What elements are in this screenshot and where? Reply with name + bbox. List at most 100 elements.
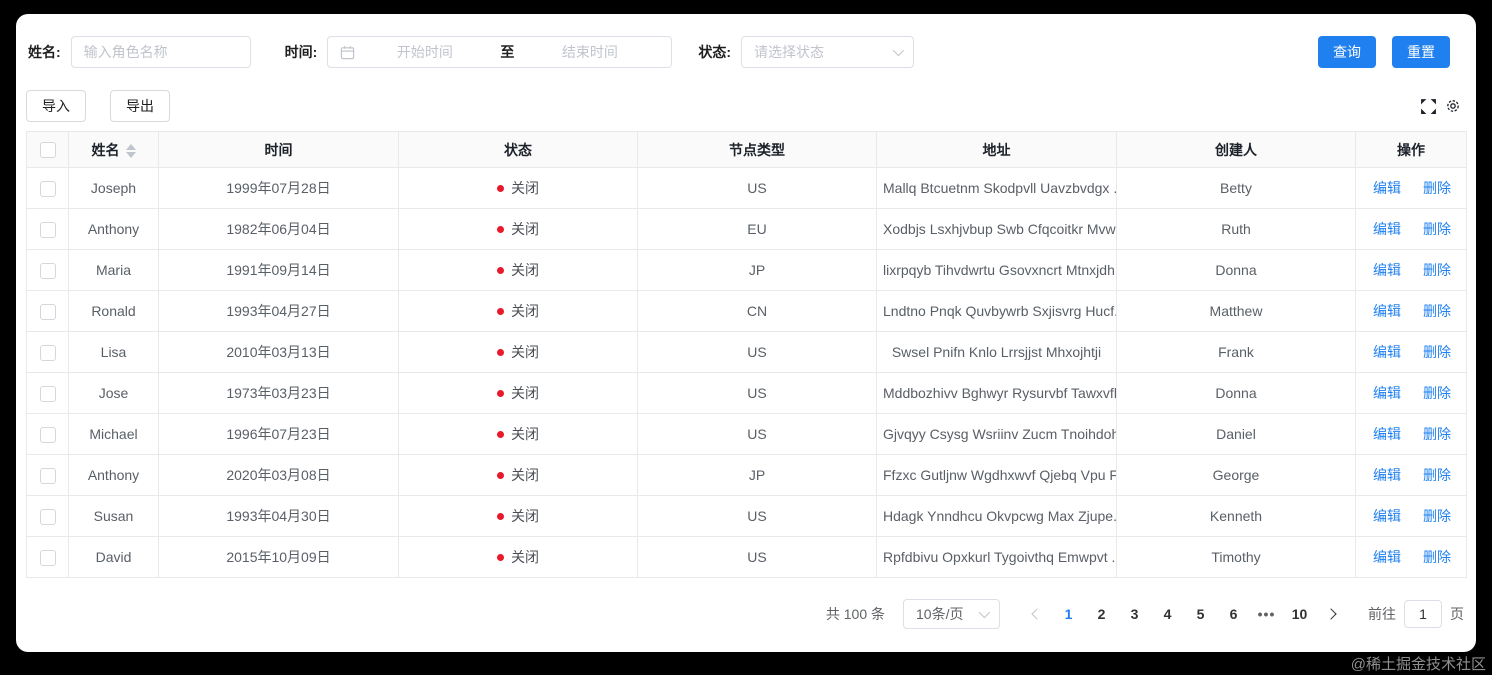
edit-link[interactable]: 编辑 — [1373, 549, 1401, 565]
delete-link[interactable]: 删除 — [1423, 180, 1451, 196]
time-filter-label: 时间: — [284, 44, 318, 60]
delete-link[interactable]: 删除 — [1423, 221, 1451, 237]
edit-link[interactable]: 编辑 — [1373, 262, 1401, 278]
status-text: 关闭 — [511, 344, 539, 360]
sort-icon[interactable] — [125, 143, 136, 158]
row-checkbox[interactable] — [39, 262, 56, 279]
cell-node-type: JP — [637, 454, 877, 496]
cell-name: David — [68, 536, 159, 578]
export-button[interactable]: 导出 — [110, 90, 170, 122]
cell-creator: Betty — [1116, 167, 1356, 209]
delete-link[interactable]: 删除 — [1423, 303, 1451, 319]
delete-link[interactable]: 删除 — [1423, 426, 1451, 442]
goto-label: 前往 — [1368, 606, 1396, 622]
search-button[interactable]: 查询 — [1318, 36, 1376, 68]
status-dot-icon — [497, 266, 504, 274]
column-header-address: 地址 — [876, 131, 1117, 168]
cell-status: 关闭 — [398, 249, 638, 291]
delete-link[interactable]: 删除 — [1423, 508, 1451, 524]
select-all-checkbox[interactable] — [39, 142, 56, 159]
goto-page-input[interactable] — [1404, 600, 1442, 628]
status-dot-icon — [497, 553, 504, 561]
chevron-down-icon — [978, 606, 991, 619]
pagination-page-6[interactable]: 6 — [1217, 599, 1250, 629]
delete-link[interactable]: 删除 — [1423, 549, 1451, 565]
date-range-picker[interactable]: 开始时间 至 结束时间 — [327, 36, 673, 68]
pagination-page-4[interactable]: 4 — [1151, 599, 1184, 629]
cell-address: Mallq Btcuetnm Skodpvll Uavzbvdgx ... — [876, 167, 1117, 209]
row-checkbox[interactable] — [39, 508, 56, 525]
cell-name: Maria — [68, 249, 159, 291]
data-table: 姓名 时间 状态 节点类型 地址 创建人 操作 Joseph 1999年07月2… — [26, 131, 1467, 578]
table-row: Anthony 2020年03月08日 关闭 JP Ffzxc Gutljnw … — [26, 454, 1467, 496]
prev-page-button[interactable] — [1022, 599, 1052, 629]
status-dot-icon — [497, 307, 504, 315]
pagination-page-2[interactable]: 2 — [1085, 599, 1118, 629]
cell-node-type: CN — [637, 290, 877, 332]
cell-actions: 编辑 删除 — [1355, 495, 1467, 537]
goto-suffix: 页 — [1450, 606, 1464, 622]
cell-actions: 编辑 删除 — [1355, 249, 1467, 291]
status-select[interactable]: 请选择状态 — [741, 36, 915, 68]
cell-status: 关闭 — [398, 454, 638, 496]
cell-checkbox — [26, 536, 69, 578]
cell-actions: 编辑 删除 — [1355, 413, 1467, 455]
row-checkbox[interactable] — [39, 385, 56, 402]
pagination-ellipsis[interactable]: ••• — [1250, 599, 1283, 629]
cell-node-type: US — [637, 167, 877, 209]
cell-creator: Ruth — [1116, 208, 1356, 250]
pagination-page-1[interactable]: 1 — [1052, 599, 1085, 629]
edit-link[interactable]: 编辑 — [1373, 467, 1401, 483]
page-size-select[interactable]: 10条/页 — [903, 599, 1000, 629]
table-body: Joseph 1999年07月28日 关闭 US Mallq Btcuetnm … — [26, 167, 1467, 578]
start-date-placeholder: 开始时间 — [396, 44, 453, 60]
delete-link[interactable]: 删除 — [1423, 467, 1451, 483]
cell-actions: 编辑 删除 — [1355, 536, 1467, 578]
pagination-page-10[interactable]: 10 — [1283, 599, 1316, 629]
fullscreen-icon[interactable] — [1420, 98, 1437, 115]
column-header-name[interactable]: 姓名 — [68, 131, 159, 168]
edit-link[interactable]: 编辑 — [1373, 426, 1401, 442]
edit-link[interactable]: 编辑 — [1373, 180, 1401, 196]
row-checkbox[interactable] — [39, 344, 56, 361]
pagination-page-5[interactable]: 5 — [1184, 599, 1217, 629]
row-checkbox[interactable] — [39, 303, 56, 320]
edit-link[interactable]: 编辑 — [1373, 221, 1401, 237]
edit-link[interactable]: 编辑 — [1373, 303, 1401, 319]
cell-node-type: US — [637, 495, 877, 537]
cell-time: 1999年07月28日 — [158, 167, 399, 209]
cell-status: 关闭 — [398, 331, 638, 373]
pagination-page-3[interactable]: 3 — [1118, 599, 1151, 629]
next-page-button[interactable] — [1316, 599, 1346, 629]
row-checkbox[interactable] — [39, 180, 56, 197]
row-checkbox[interactable] — [39, 221, 56, 238]
reset-button[interactable]: 重置 — [1392, 36, 1450, 68]
column-header-status: 状态 — [398, 131, 638, 168]
row-checkbox[interactable] — [39, 549, 56, 566]
name-input-placeholder: 输入角色名称 — [83, 44, 168, 60]
settings-gear-icon[interactable] — [1445, 98, 1462, 115]
cell-creator: Donna — [1116, 249, 1356, 291]
pagination-pages: 1 2 3 4 5 6 ••• 10 — [1052, 599, 1316, 629]
row-checkbox[interactable] — [39, 467, 56, 484]
delete-link[interactable]: 删除 — [1423, 344, 1451, 360]
table-row: Ronald 1993年04月27日 关闭 CN Lndtno Pnqk Quv… — [26, 290, 1467, 332]
delete-link[interactable]: 删除 — [1423, 262, 1451, 278]
name-filter-label: 姓名: — [28, 44, 61, 60]
cell-actions: 编辑 删除 — [1355, 167, 1467, 209]
filter-actions: 查询 重置 — [1318, 36, 1466, 68]
status-filter-label: 状态: — [698, 44, 732, 60]
edit-link[interactable]: 编辑 — [1373, 508, 1401, 524]
cell-time: 1993年04月30日 — [158, 495, 399, 537]
name-filter-input[interactable]: 输入角色名称 — [70, 36, 251, 68]
delete-link[interactable]: 删除 — [1423, 385, 1451, 401]
cell-actions: 编辑 删除 — [1355, 290, 1467, 332]
cell-status: 关闭 — [398, 372, 638, 414]
edit-link[interactable]: 编辑 — [1373, 385, 1401, 401]
import-button[interactable]: 导入 — [26, 90, 86, 122]
row-checkbox[interactable] — [39, 426, 56, 443]
cell-address: Hdagk Ynndhcu Okvpcwg Max Zjupe... — [876, 495, 1117, 537]
edit-link[interactable]: 编辑 — [1373, 344, 1401, 360]
table-row: Susan 1993年04月30日 关闭 US Hdagk Ynndhcu Ok… — [26, 495, 1467, 537]
cell-time: 2015年10月09日 — [158, 536, 399, 578]
